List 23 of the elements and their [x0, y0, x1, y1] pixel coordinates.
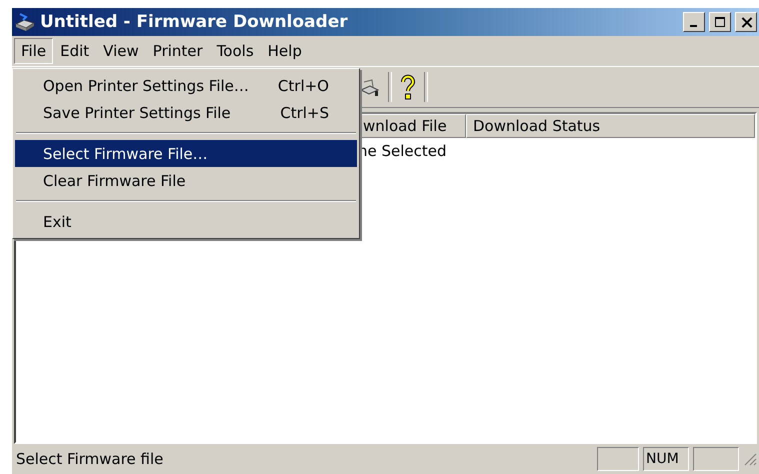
printer-icon — [14, 12, 36, 32]
resize-grip-icon[interactable] — [743, 452, 757, 466]
menu-item[interactable]: Help — [260, 38, 309, 64]
menu-item[interactable]: Printer — [146, 38, 210, 64]
menu-item[interactable]: Edit — [53, 38, 96, 64]
close-button[interactable] — [735, 12, 757, 32]
status-text: Select Firmware file — [15, 450, 164, 468]
column-header[interactable]: Download Status — [466, 114, 755, 138]
menu-item[interactable]: View — [96, 38, 146, 64]
menu-option[interactable]: Exit — [15, 208, 357, 235]
window-title: Untitled - Firmware Downloader — [40, 12, 349, 32]
maximize-button[interactable] — [709, 12, 731, 32]
menu-option[interactable]: Clear Firmware File — [15, 167, 357, 194]
status-panel — [693, 447, 739, 471]
menu-option[interactable]: Open Printer Settings File… Ctrl+O — [15, 72, 357, 99]
menu-item[interactable]: Tools — [210, 38, 261, 64]
menu-option[interactable]: Select Firmware File… — [15, 140, 357, 167]
num-indicator: NUM — [643, 447, 689, 471]
menu-option[interactable]: Save Printer Settings File Ctrl+S — [15, 99, 357, 126]
menu-item[interactable]: File — [14, 38, 54, 64]
minimize-button[interactable] — [683, 12, 705, 32]
status-panel — [597, 447, 639, 471]
help-icon[interactable] — [400, 74, 416, 100]
